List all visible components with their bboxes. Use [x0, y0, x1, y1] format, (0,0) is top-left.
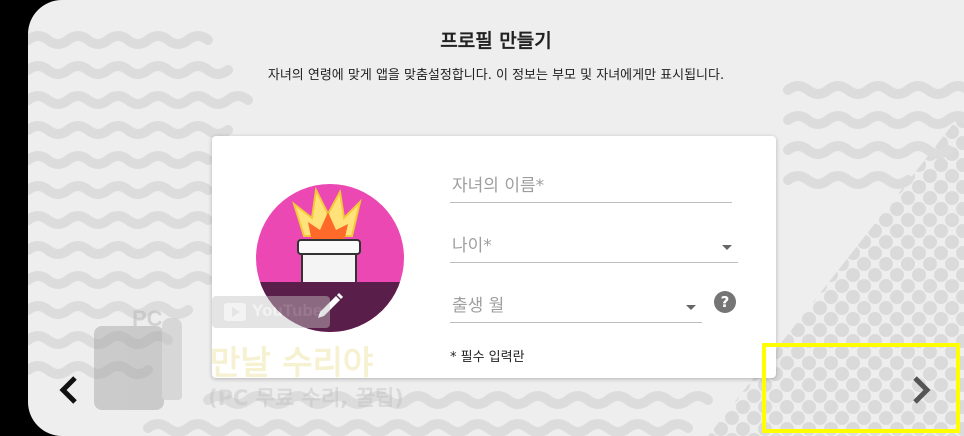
- watermark-channel-name: 만날 수리야: [210, 343, 374, 382]
- channel-watermark: PC YouTube 만날 수리야 (PC 무료 수리, 꿀팁): [92, 296, 432, 416]
- chevron-down-icon: [686, 305, 696, 310]
- birth-month-select[interactable]: 출생 월: [450, 286, 702, 323]
- youtube-text: YouTube: [252, 301, 323, 320]
- help-circle-icon[interactable]: ?: [714, 291, 736, 313]
- page-title: 프로필 만들기: [440, 30, 552, 52]
- required-note: * 필수 입력란: [450, 350, 525, 365]
- chevron-left-icon[interactable]: [52, 372, 88, 408]
- child-name-input[interactable]: 자녀의 이름*: [450, 166, 732, 203]
- child-name-placeholder: 자녀의 이름*: [452, 176, 545, 196]
- youtube-play-icon: [224, 303, 246, 321]
- chevron-down-icon: [722, 245, 732, 250]
- birth-month-placeholder: 출생 월: [452, 296, 505, 316]
- robot-logo: [94, 326, 164, 410]
- youtube-logo: YouTube: [212, 296, 330, 328]
- age-placeholder: 나이*: [452, 236, 492, 256]
- age-select[interactable]: 나이*: [450, 226, 738, 263]
- highlight-box: [762, 343, 960, 433]
- watermark-channel-sub: (PC 무료 수리, 꿀팁): [208, 386, 404, 410]
- watermark-pc: PC: [132, 306, 163, 331]
- page-subtitle: 자녀의 연령에 맞게 앱을 맞춤설정합니다. 이 정보는 부모 및 자녀에게만 …: [267, 68, 725, 83]
- bottle-logo: [162, 318, 182, 400]
